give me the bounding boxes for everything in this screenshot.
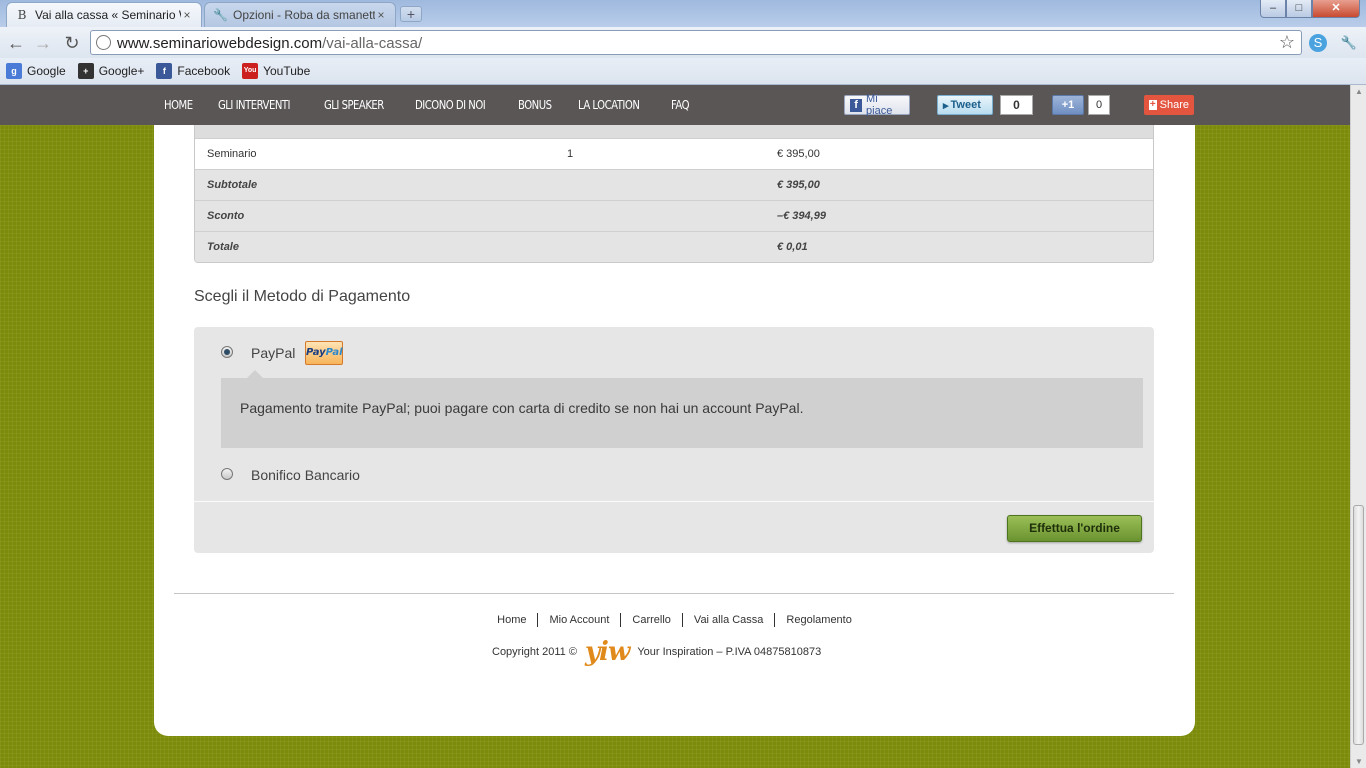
skype-extension-icon[interactable]: S (1309, 34, 1327, 52)
page-viewport: HOME GLI INTERVENTI GLI SPEAKER DICONO D… (0, 85, 1350, 768)
browser-tab-active[interactable]: B Vai alla cassa « Seminario W × (6, 2, 202, 27)
wrench-menu-icon[interactable]: 🔧 (1340, 34, 1358, 52)
address-bar[interactable]: www.seminariowebdesign.com/vai-alla-cass… (90, 30, 1302, 55)
maximize-button[interactable]: □ (1286, 0, 1312, 18)
paypal-logo-icon: PayPal (305, 341, 343, 365)
discount-row: Sconto –€ 394,99 (195, 200, 1153, 231)
payment-methods-box: PayPal PayPal Pagamento tramite PayPal; … (194, 327, 1154, 553)
scroll-up-arrow-icon[interactable]: ▲ (1355, 87, 1363, 96)
browser-toolbar: ← → ↻ www.seminariowebdesign.com/vai-all… (0, 27, 1366, 58)
tweet-count: 0 (1000, 95, 1033, 115)
order-summary-table: Seminario 1 € 395,00 Subtotale € 395,00 … (194, 118, 1154, 263)
footer-link-account[interactable]: Mio Account (537, 613, 620, 627)
item-price: € 395,00 (777, 148, 820, 160)
facebook-icon: f (156, 63, 173, 79)
tab-title: Vai alla cassa « Seminario W (35, 8, 181, 22)
footer-link-rules[interactable]: Regolamento (774, 613, 862, 627)
youtube-icon: You (242, 63, 259, 79)
nav-gli-speaker[interactable]: GLI SPEAKER (324, 98, 384, 112)
google-plus-icon: + (77, 63, 94, 79)
bookmarks-bar: g Google + Google+ f Facebook You YouTub… (0, 58, 1366, 85)
place-order-button[interactable]: Effettua l'ordine (1007, 515, 1142, 542)
footer-link-checkout[interactable]: Vai alla Cassa (681, 613, 775, 627)
google-plus-count: 0 (1088, 95, 1110, 115)
globe-icon (96, 35, 111, 50)
site-navigation: HOME GLI INTERVENTI GLI SPEAKER DICONO D… (0, 85, 1350, 125)
footer-links: Home Mio Account Carrello Vai alla Cassa… (154, 613, 1195, 627)
new-tab-button[interactable]: + (400, 6, 422, 22)
back-arrow-icon[interactable]: ← (5, 32, 27, 54)
paypal-description: Pagamento tramite PayPal; puoi pagare co… (221, 370, 1143, 448)
paypal-label[interactable]: PayPal (251, 345, 295, 361)
nav-home[interactable]: HOME (164, 98, 193, 112)
close-tab-icon[interactable]: × (375, 8, 387, 22)
bookmark-star-icon[interactable]: ☆ (1279, 32, 1295, 53)
nav-gli-interventi[interactable]: GLI INTERVENTI (218, 98, 290, 112)
yiw-logo-icon: yiw (584, 637, 630, 667)
close-window-button[interactable]: ✕ (1312, 0, 1360, 18)
copyright: Copyright 2011 © yiw Your Inspiration – … (492, 637, 822, 667)
divider (194, 501, 1154, 502)
item-qty: 1 (567, 148, 574, 160)
site-favicon-icon: B (17, 8, 27, 22)
bookmark-youtube[interactable]: You YouTube (242, 63, 310, 79)
scroll-down-arrow-icon[interactable]: ▼ (1355, 757, 1363, 766)
bookmark-google[interactable]: g Google (6, 63, 66, 79)
nav-faq[interactable]: FAQ (671, 98, 690, 112)
browser-titlebar: B Vai alla cassa « Seminario W × 🔧 Opzio… (0, 0, 1366, 27)
footer-link-cart[interactable]: Carrello (620, 613, 682, 627)
forward-arrow-icon[interactable]: → (32, 32, 54, 54)
facebook-icon: f (850, 98, 863, 112)
footer-divider (174, 593, 1174, 594)
google-icon: g (6, 63, 22, 79)
close-tab-icon[interactable]: × (181, 8, 193, 22)
reload-icon[interactable]: ↻ (61, 32, 83, 54)
page-content: Seminario 1 € 395,00 Subtotale € 395,00 … (154, 85, 1195, 736)
footer-link-home[interactable]: Home (486, 613, 537, 627)
tweet-button[interactable]: ▸ Tweet (937, 95, 993, 115)
nav-bonus[interactable]: BONUS (518, 98, 552, 112)
nav-la-location[interactable]: LA LOCATION (578, 98, 640, 112)
twitter-bird-icon: ▸ (943, 99, 949, 112)
share-plus-icon: + (1149, 99, 1157, 110)
payment-method-title: Scegli il Metodo di Pagamento (194, 288, 411, 305)
wrench-favicon-icon: 🔧 (213, 8, 228, 22)
browser-tab-options[interactable]: 🔧 Opzioni - Roba da smanetto × (204, 2, 396, 27)
bank-transfer-radio[interactable] (221, 468, 233, 480)
tab-title: Opzioni - Roba da smanetto (233, 8, 375, 22)
bank-transfer-label[interactable]: Bonifico Bancario (251, 467, 360, 483)
table-row: Seminario 1 € 395,00 (195, 138, 1153, 169)
bookmark-google-plus[interactable]: + Google+ (77, 63, 144, 79)
item-name: Seminario (207, 148, 257, 160)
google-plus-one-button[interactable]: +1 (1052, 95, 1084, 115)
url-text[interactable]: www.seminariowebdesign.com/vai-alla-cass… (117, 35, 422, 52)
main-menu: HOME GLI INTERVENTI GLI SPEAKER DICONO D… (164, 85, 713, 125)
page-scrollbar[interactable]: ▲ ▼ (1350, 85, 1366, 768)
minimize-button[interactable]: – (1260, 0, 1286, 18)
share-button[interactable]: + Share (1144, 95, 1194, 115)
nav-dicono-di-noi[interactable]: DICONO DI NOI (415, 98, 486, 112)
total-row: Totale € 0,01 (195, 231, 1153, 262)
subtotal-row: Subtotale € 395,00 (195, 169, 1153, 200)
bookmark-facebook[interactable]: f Facebook (156, 63, 230, 79)
facebook-like-button[interactable]: f Mi piace (844, 93, 910, 117)
paypal-radio[interactable] (221, 346, 233, 358)
scrollbar-thumb[interactable] (1353, 505, 1364, 745)
